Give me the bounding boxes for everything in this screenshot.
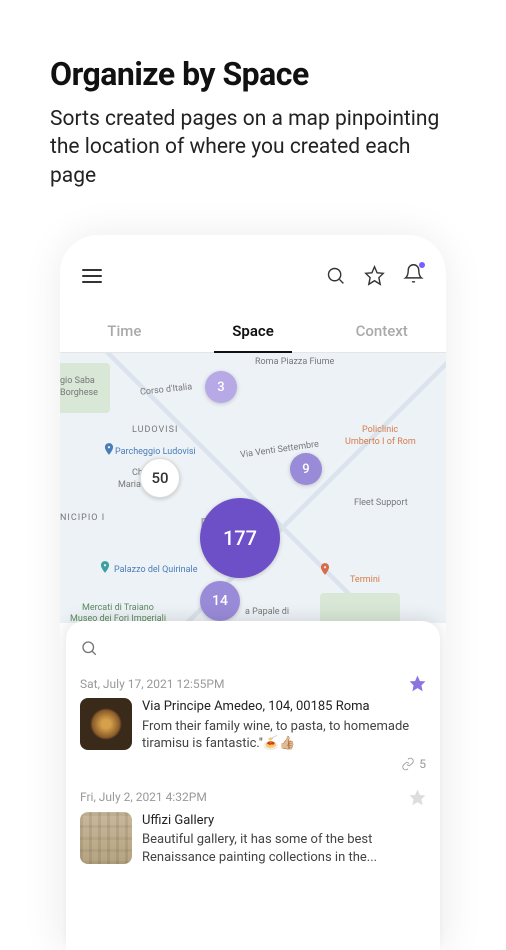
link-icon — [401, 757, 415, 771]
notification-bell[interactable] — [403, 263, 424, 288]
page-title: Organize by Space — [0, 0, 506, 105]
map[interactable]: Roma Piazza Fiume gio Saba Borghese Cors… — [60, 353, 446, 623]
tab-context[interactable]: Context — [317, 312, 446, 352]
map-cluster[interactable]: 3 — [205, 371, 237, 403]
entry-thumbnail — [80, 698, 132, 750]
notification-dot — [419, 262, 425, 268]
map-label: a Papale di — [245, 607, 289, 617]
map-pin-icon — [98, 559, 112, 573]
map-label: NICIPIO I — [60, 513, 105, 523]
search-icon[interactable] — [80, 639, 98, 657]
entry-link-count: 5 — [419, 757, 426, 771]
entry-date: Fri, July 2, 2021 4:32PM — [80, 790, 207, 804]
map-label: Maria — [118, 480, 141, 490]
entry-links: 5 — [80, 757, 426, 771]
map-cluster[interactable]: 50 — [140, 458, 180, 498]
map-label: Parcheggio Ludovisi — [115, 447, 196, 457]
map-label: LUDOVISI — [132, 425, 178, 435]
page-subtitle: Sorts created pages on a map pinpointing… — [0, 105, 506, 220]
star-icon[interactable] — [364, 265, 385, 286]
search-icon[interactable] — [325, 265, 346, 286]
phone-frame: Time Space Context Roma Piazza Fiume gio… — [60, 235, 446, 950]
entry-title: Via Principe Amedeo, 104, 00185 Roma — [142, 698, 426, 716]
map-label: gio Saba — [60, 376, 95, 386]
tab-space[interactable]: Space — [189, 312, 318, 352]
map-pin-icon — [318, 561, 332, 575]
tab-time[interactable]: Time — [60, 312, 189, 352]
list-item[interactable]: Fri, July 2, 2021 4:32PM Uffizi Gallery … — [80, 789, 426, 867]
bottom-sheet: Sat, July 17, 2021 12:55PM Via Principe … — [66, 621, 440, 950]
map-label: Borghese — [60, 388, 98, 398]
map-label: Policlinic — [362, 425, 398, 435]
app-header — [60, 235, 446, 300]
list-item[interactable]: Sat, July 17, 2021 12:55PM Via Principe … — [80, 675, 426, 771]
entry-thumbnail — [80, 812, 132, 864]
entry-date: Sat, July 17, 2021 12:55PM — [80, 677, 224, 691]
map-label: Termini — [350, 575, 380, 585]
map-label: Mercati di Traiano — [82, 603, 154, 613]
menu-icon[interactable] — [82, 269, 102, 283]
map-label: Fleet Support — [354, 498, 408, 508]
map-label: Roma Piazza Fiume — [255, 357, 334, 367]
map-label: Umberto I of Rom — [345, 437, 416, 447]
map-cluster[interactable]: 9 — [290, 453, 322, 485]
map-pin-icon — [102, 441, 116, 455]
map-label: Palazzo del Quirinale — [114, 565, 198, 575]
star-icon[interactable] — [409, 789, 426, 806]
map-cluster[interactable]: 14 — [200, 581, 240, 621]
entry-title: Uffizi Gallery — [142, 812, 426, 830]
entry-description: From their family wine, to pasta, to hom… — [142, 718, 426, 753]
entry-description: Beautiful gallery, it has some of the be… — [142, 831, 426, 866]
map-cluster[interactable]: 177 — [200, 498, 280, 578]
tabs: Time Space Context — [60, 300, 446, 353]
star-icon[interactable] — [409, 675, 426, 692]
